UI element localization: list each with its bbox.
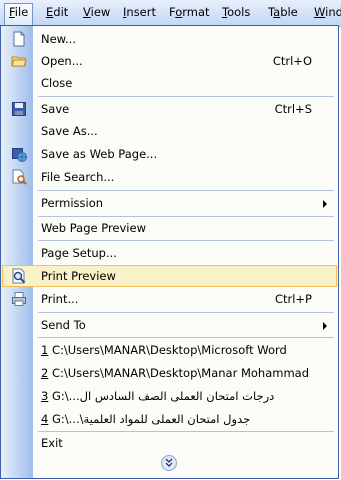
menu-item-page-setup[interactable]: Page Setup... — [2, 242, 337, 264]
menu-item-save-as[interactable]: Save As... — [2, 120, 337, 142]
save-disk-icon — [11, 101, 27, 117]
recent-file-path: C:\Users\MANAR\Desktop\Manar Mohammad — [51, 366, 309, 380]
menu-tools-label: Tools — [222, 5, 251, 19]
menu-item-print-shortcut: Ctrl+P — [274, 292, 312, 306]
menu-item-save-web-page-label: Save as Web Page... — [41, 147, 158, 161]
menu-file-label: File — [9, 5, 29, 19]
menu-item-new-label: New... — [41, 32, 76, 46]
recent-file-item[interactable]: 2 C:\Users\MANAR\Desktop\Manar Mohammad — [2, 362, 337, 384]
menu-item-open-label: Open... — [41, 54, 83, 68]
menu-item-permission[interactable]: Permission — [2, 192, 337, 214]
recent-file-path: G:\...\جدول امتحان العملى للمواد العلمية — [51, 412, 251, 426]
submenu-arrow-icon — [323, 200, 327, 208]
submenu-arrow-icon — [323, 322, 327, 330]
recent-file-path: G:\...درجات امتحان العملى الصف السادس ال — [51, 389, 275, 403]
recent-file-item[interactable]: 4 G:\...\جدول امتحان العملى للمواد العلم… — [2, 408, 337, 430]
menu-edit[interactable]: Edit — [42, 3, 72, 22]
menu-item-save-as-label: Save As... — [41, 124, 98, 138]
file-menu-dropdown: New... Open... Ctrl+O Close Save Ctrl+S … — [0, 25, 339, 479]
menu-file[interactable]: File — [4, 3, 34, 26]
menu-insert-label: Insert — [123, 5, 156, 19]
menu-item-save-shortcut: Ctrl+S — [274, 102, 312, 116]
recent-file-path: C:\Users\MANAR\Desktop\Microsoft Word — [51, 343, 287, 357]
menu-item-page-setup-label: Page Setup... — [41, 246, 117, 260]
menu-table[interactable]: Table — [264, 3, 302, 22]
recent-file-item[interactable]: 1 C:\Users\MANAR\Desktop\Microsoft Word — [2, 339, 337, 361]
menu-separator — [38, 190, 334, 191]
menu-item-print-preview-label: Print Preview — [41, 269, 116, 283]
recent-file-number: 2 — [41, 366, 49, 380]
file-search-icon — [11, 169, 27, 185]
menu-bar: File Edit View Insert Format Tools Table… — [0, 0, 341, 27]
recent-file-label: 1 C:\Users\MANAR\Desktop\Microsoft Word — [41, 339, 287, 361]
menu-item-file-search[interactable]: File Search... — [2, 166, 337, 188]
menu-window-label: Wind — [314, 5, 341, 19]
expand-menu-button[interactable] — [161, 455, 177, 471]
menu-item-open[interactable]: Open... Ctrl+O — [2, 50, 337, 72]
recent-file-label: 3 G:\...درجات امتحان العملى الصف السادس … — [41, 385, 274, 407]
menu-item-save[interactable]: Save Ctrl+S — [2, 98, 337, 120]
menu-item-file-search-label: File Search... — [41, 170, 115, 184]
menu-item-send-to-label: Send To — [41, 318, 86, 332]
menu-item-permission-label: Permission — [41, 196, 104, 210]
menu-window[interactable]: Wind — [310, 3, 341, 22]
recent-file-number: 4 — [41, 412, 49, 426]
menu-item-web-page-preview[interactable]: Web Page Preview — [2, 217, 337, 239]
menu-item-save-web-page[interactable]: Save as Web Page... — [2, 143, 337, 165]
save-web-page-icon — [11, 146, 27, 162]
menu-item-exit-label: Exit — [41, 436, 63, 450]
menu-item-print-preview[interactable]: Print Preview — [2, 265, 337, 287]
recent-file-number: 1 — [41, 343, 49, 357]
print-preview-icon — [11, 268, 27, 284]
menu-format-label: Format — [169, 5, 210, 19]
menu-item-send-to[interactable]: Send To — [2, 314, 337, 336]
menu-item-close-label: Close — [41, 76, 73, 90]
double-chevron-down-icon — [165, 458, 173, 467]
menu-view[interactable]: View — [79, 3, 114, 22]
menu-table-label: Table — [268, 5, 298, 19]
menu-insert[interactable]: Insert — [119, 3, 160, 22]
printer-icon — [11, 291, 27, 307]
open-folder-icon — [11, 53, 27, 69]
menu-separator — [38, 312, 334, 313]
menu-item-web-page-preview-label: Web Page Preview — [41, 221, 146, 235]
menu-item-close[interactable]: Close — [2, 72, 337, 94]
menu-format[interactable]: Format — [165, 3, 214, 22]
menu-view-label: View — [83, 5, 111, 19]
menu-item-print[interactable]: Print... Ctrl+P — [2, 288, 337, 310]
menu-item-exit[interactable]: Exit — [2, 432, 337, 454]
menu-item-print-label: Print... — [41, 292, 79, 306]
new-document-icon — [11, 31, 27, 47]
menu-tools[interactable]: Tools — [218, 3, 254, 22]
menu-separator — [38, 337, 334, 338]
recent-file-item[interactable]: 3 G:\...درجات امتحان العملى الصف السادس … — [2, 385, 337, 407]
menu-separator — [38, 96, 334, 97]
menu-item-save-label: Save — [41, 102, 70, 116]
recent-file-number: 3 — [41, 389, 49, 403]
recent-file-label: 2 C:\Users\MANAR\Desktop\Manar Mohammad — [41, 362, 309, 384]
menu-separator — [38, 240, 334, 241]
recent-file-label: 4 G:\...\جدول امتحان العملى للمواد العلم… — [41, 408, 250, 430]
menu-edit-label: Edit — [46, 5, 69, 19]
menu-item-open-shortcut: Ctrl+O — [272, 54, 312, 68]
menu-item-new[interactable]: New... — [2, 28, 337, 50]
